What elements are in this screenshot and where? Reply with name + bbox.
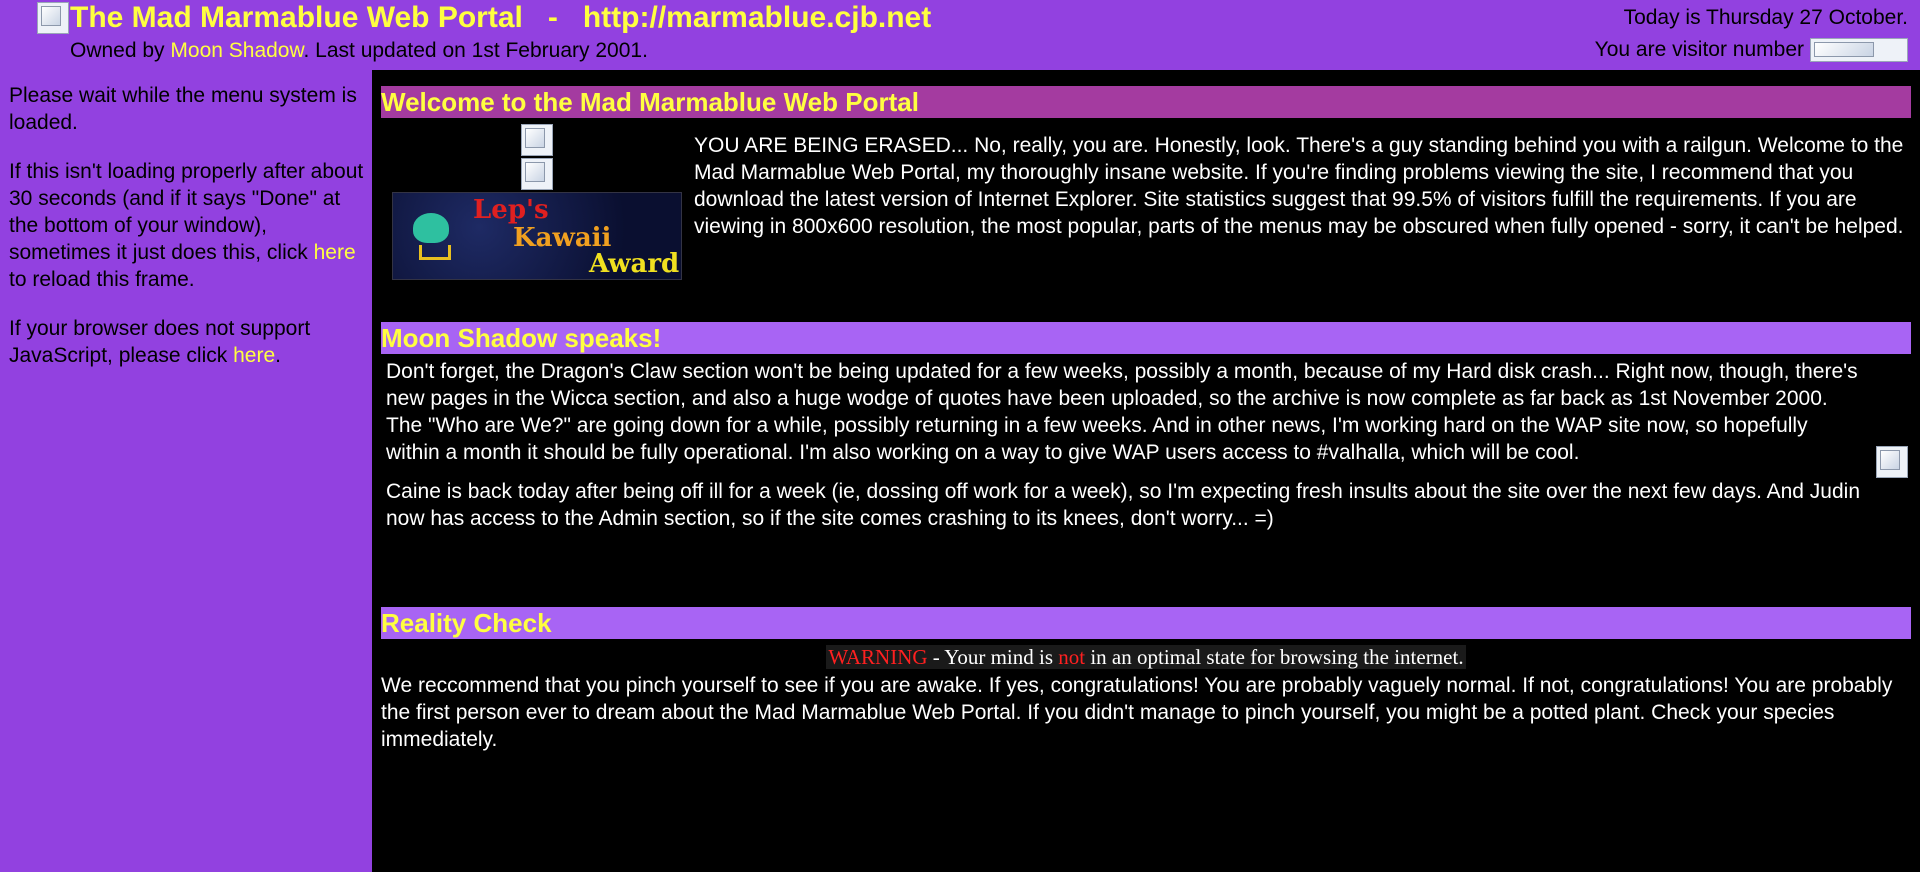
- main-content: Welcome to the Mad Marmablue Web Portal …: [372, 70, 1920, 872]
- warning-not: not: [1058, 645, 1086, 669]
- updated-text: . Last updated on 1st February 2001.: [303, 39, 648, 62]
- visitor-label: You are visitor number: [1594, 38, 1804, 61]
- news-paragraph-1: Don't forget, the Dragon's Claw section …: [386, 360, 1858, 464]
- alien-legs-icon: [419, 245, 451, 260]
- warning-end: in an optimal state for browsing the int…: [1085, 645, 1464, 669]
- menu-sidebar: Please wait while the menu system is loa…: [0, 70, 372, 872]
- warning-word: WARNING: [828, 645, 928, 669]
- owned-by-label: Owned by: [70, 39, 171, 62]
- warning-box: WARNING - Your mind is not in an optimal…: [826, 645, 1466, 669]
- nojs-suffix: .: [275, 344, 281, 367]
- date-text: Today is Thursday 27 October.: [1623, 6, 1908, 29]
- nojs-paragraph: If your browser does not support JavaScr…: [9, 315, 369, 369]
- reload-paragraph: If this isn't loading properly after abo…: [9, 158, 369, 293]
- award-line1: Lep's: [473, 195, 549, 225]
- broken-image-icon[interactable]: [521, 158, 553, 190]
- news-paragraph-2: Caine is back today after being off ill …: [386, 480, 1861, 530]
- moon-shadow-news: Don't forget, the Dragon's Claw section …: [386, 358, 1866, 544]
- owner-link[interactable]: Moon Shadow: [170, 39, 303, 62]
- page-header: The Mad Marmablue Web Portal - http://ma…: [0, 0, 1920, 70]
- welcome-text: YOU ARE BEING ERASED... No, really, you …: [694, 134, 1904, 238]
- reality-check-text: We reccommend that you pinch yourself to…: [381, 674, 1893, 751]
- owner-line: Owned by Moon Shadow. Last updated on 1s…: [70, 38, 648, 64]
- broken-image-icon[interactable]: [521, 124, 553, 156]
- broken-image-icon: [1876, 446, 1908, 478]
- moon-shadow-heading: Moon Shadow speaks!: [381, 322, 1911, 354]
- menu-loading-text: Please wait while the menu system is loa…: [9, 84, 357, 134]
- welcome-heading: Welcome to the Mad Marmablue Web Portal: [381, 86, 1911, 118]
- broken-image-icon: [37, 2, 69, 34]
- warning-line: WARNING - Your mind is not in an optimal…: [372, 644, 1920, 670]
- warning-mid: - Your mind is: [927, 645, 1059, 669]
- reload-text: If this isn't loading properly after abo…: [9, 160, 364, 264]
- visitor-counter-image: [1810, 38, 1908, 62]
- award-line3: Award: [589, 249, 680, 279]
- reload-frame-link[interactable]: here: [314, 241, 356, 264]
- kawaii-award-image[interactable]: Lep's Kawaii Award: [392, 192, 682, 280]
- reload-suffix: to reload this frame.: [9, 268, 195, 291]
- visitor-counter-line: You are visitor number: [1595, 37, 1908, 63]
- alien-icon: [413, 213, 449, 243]
- site-title: The Mad Marmablue Web Portal - http://ma…: [70, 1, 932, 34]
- reality-check-heading: Reality Check: [381, 607, 1911, 639]
- nojs-link[interactable]: here: [233, 344, 275, 367]
